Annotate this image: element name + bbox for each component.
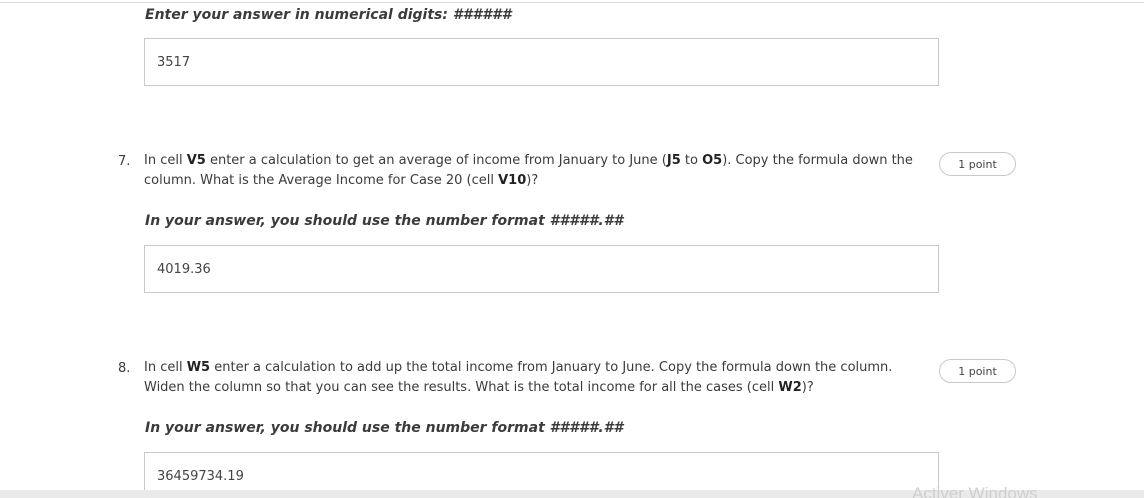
q7-answer-input[interactable]: 4019.36 (144, 245, 939, 293)
q8-instruction: In your answer, you should use the numbe… (145, 420, 624, 436)
q7-question-text: In cell V5 enter a calculation to get an… (144, 153, 913, 188)
quiz-page: Enter your answer in numerical digits: #… (0, 0, 1144, 498)
q8-number: 8. (118, 361, 131, 376)
q7-instruction: In your answer, you should use the numbe… (145, 213, 624, 229)
q6-answer-input[interactable]: 3517 (144, 38, 939, 86)
q6-instruction: Enter your answer in numerical digits: #… (145, 7, 512, 23)
top-divider (0, 2, 1144, 3)
q7-answer-value: 4019.36 (157, 261, 211, 277)
q7-number: 7. (118, 154, 131, 169)
windows-activation-watermark: Activer Windows (912, 484, 1038, 498)
q8-question-text: In cell W5 enter a calculation to add up… (144, 360, 893, 395)
q8-answer-value: 36459734.19 (157, 468, 244, 484)
q6-answer-value: 3517 (157, 54, 191, 70)
q8-points-badge: 1 point (939, 359, 1016, 383)
q7-points-badge: 1 point (939, 152, 1016, 176)
